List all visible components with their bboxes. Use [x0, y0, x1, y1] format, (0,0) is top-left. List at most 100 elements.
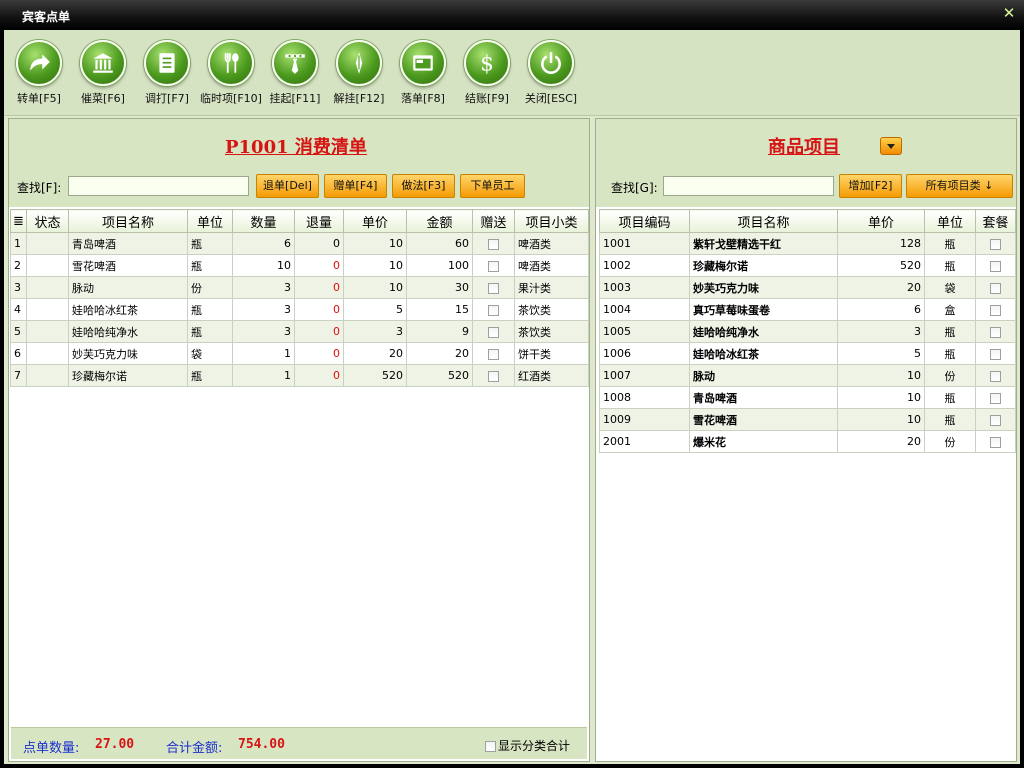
order-staff-button[interactable]: 下单员工: [460, 174, 525, 198]
gift-checkbox[interactable]: [488, 348, 499, 360]
suspend-button[interactable]: 挂起[F11]: [263, 40, 327, 106]
column-header-item-name[interactable]: 项目名称: [68, 209, 188, 233]
gift-checkbox[interactable]: [488, 326, 499, 338]
order-search-input[interactable]: [68, 176, 249, 196]
temporary-item-button[interactable]: 临时项[F10]: [199, 40, 263, 106]
combo-checkbox[interactable]: [990, 326, 1001, 338]
column-header-unit-price[interactable]: 单价: [837, 209, 925, 233]
show-category-total-toggle[interactable]: 显示分类合计: [485, 737, 570, 754]
toolbar-label: 调打[F7]: [145, 92, 189, 105]
row-index: 3: [10, 276, 27, 299]
close-button[interactable]: 关闭[ESC]: [519, 40, 583, 106]
column-header-status[interactable]: 状态: [26, 209, 69, 233]
row-amount: 60: [406, 232, 473, 255]
table-row[interactable]: 1002 珍藏梅尔诺 520 瓶: [599, 254, 1016, 277]
combo-checkbox[interactable]: [990, 370, 1001, 382]
table-row[interactable]: 1009 雪花啤酒 10 瓶: [599, 408, 1016, 431]
gift-checkbox[interactable]: [488, 260, 499, 272]
column-header-gift[interactable]: 赠送: [472, 209, 515, 233]
row-return-qty: 0: [294, 364, 344, 387]
gift-item-button[interactable]: 赠单[F4]: [324, 174, 387, 198]
row-combo-cell: [975, 320, 1016, 343]
combo-checkbox[interactable]: [990, 304, 1001, 316]
add-item-button[interactable]: 增加[F2]: [839, 174, 902, 198]
row-unit: 瓶: [187, 298, 233, 321]
column-header-unit-price[interactable]: 单价: [343, 209, 407, 233]
unsuspend-button[interactable]: 解挂[F12]: [327, 40, 391, 106]
item-category-dropdown[interactable]: 所有项目类 ↓: [906, 174, 1013, 198]
column-header-amount[interactable]: 金额: [406, 209, 473, 233]
combo-checkbox[interactable]: [990, 414, 1001, 426]
column-header-item-code[interactable]: 项目编码: [599, 209, 690, 233]
combo-checkbox[interactable]: [990, 392, 1001, 404]
row-item-name: 真巧草莓味蛋卷: [689, 298, 838, 321]
combo-checkbox[interactable]: [990, 238, 1001, 250]
tie-icon: [272, 40, 318, 86]
table-row[interactable]: 3 脉动 份 3 0 10 30 果汁类: [10, 276, 589, 299]
checkout-button[interactable]: $ 结账[F9]: [455, 40, 519, 106]
close-icon[interactable]: ✕: [1002, 5, 1016, 21]
toolbar: 转单[F5] 催菜[F6] 调打[F7] 临时项[F10] 挂起[F11] 解挂…: [4, 30, 1020, 116]
table-row[interactable]: 1007 脉动 10 份: [599, 364, 1016, 387]
chevron-down-icon[interactable]: [880, 137, 902, 155]
table-row[interactable]: 1004 真巧草莓味蛋卷 6 盒: [599, 298, 1016, 321]
row-unit-price: 20: [837, 430, 925, 453]
column-header-unit[interactable]: 单位: [187, 209, 233, 233]
title-bar: 宾客点单 ✕: [0, 0, 1024, 30]
row-unit-price: 520: [837, 254, 925, 277]
column-header-combo[interactable]: 套餐: [975, 209, 1016, 233]
row-unit-price: 20: [837, 276, 925, 299]
transfer-order-button[interactable]: 转单[F5]: [7, 40, 71, 106]
cooking-method-button[interactable]: 做法[F3]: [392, 174, 455, 198]
row-item-code: 1008: [599, 386, 690, 409]
gift-checkbox[interactable]: [488, 282, 499, 294]
product-search-label: 查找[G]:: [611, 181, 658, 195]
column-header-quantity[interactable]: 数量: [232, 209, 295, 233]
return-item-button[interactable]: 退单[Del]: [256, 174, 319, 198]
combo-checkbox[interactable]: [990, 348, 1001, 360]
column-header-item-name[interactable]: 项目名称: [689, 209, 838, 233]
table-row[interactable]: 1005 娃哈哈纯净水 3 瓶: [599, 320, 1016, 343]
place-order-button[interactable]: 落单[F8]: [391, 40, 455, 106]
row-status: [26, 232, 69, 255]
column-header-index[interactable]: ≣: [10, 209, 27, 233]
rush-dish-button[interactable]: 催菜[F6]: [71, 40, 135, 106]
table-row[interactable]: 2 雪花啤酒 瓶 10 0 10 100 啤酒类: [10, 254, 589, 277]
table-row[interactable]: 2001 爆米花 20 份: [599, 430, 1016, 453]
table-row[interactable]: 6 妙芙巧克力味 袋 1 0 20 20 饼干类: [10, 342, 589, 365]
combo-checkbox[interactable]: [990, 282, 1001, 294]
row-unit-price: 128: [837, 232, 925, 255]
fork-spoon-icon: [208, 40, 254, 86]
table-row[interactable]: 1003 妙芙巧克力味 20 袋: [599, 276, 1016, 299]
combo-checkbox[interactable]: [990, 436, 1001, 448]
row-unit: 份: [187, 276, 233, 299]
row-unit-price: 3: [343, 320, 407, 343]
table-row[interactable]: 1006 娃哈哈冰红茶 5 瓶: [599, 342, 1016, 365]
toolbar-label: 临时项[F10]: [200, 92, 262, 105]
gift-checkbox[interactable]: [488, 370, 499, 382]
order-count-value: 27.00: [95, 737, 135, 752]
show-category-total-checkbox[interactable]: [485, 741, 496, 752]
reprint-button[interactable]: 调打[F7]: [135, 40, 199, 106]
row-unit: 瓶: [924, 408, 976, 431]
column-header-return-qty[interactable]: 退量: [294, 209, 344, 233]
row-subcategory: 茶饮类: [514, 320, 589, 343]
table-row[interactable]: 5 娃哈哈纯净水 瓶 3 0 3 9 茶饮类: [10, 320, 589, 343]
table-row[interactable]: 1008 青岛啤酒 10 瓶: [599, 386, 1016, 409]
gift-checkbox[interactable]: [488, 304, 499, 316]
summary-footer: 点单数量: 27.00 合计金额: 754.00 显示分类合计: [11, 727, 587, 759]
row-unit: 瓶: [187, 364, 233, 387]
column-header-unit[interactable]: 单位: [924, 209, 976, 233]
table-row[interactable]: 4 娃哈哈冰红茶 瓶 3 0 5 15 茶饮类: [10, 298, 589, 321]
row-unit-price: 10: [343, 232, 407, 255]
gift-checkbox[interactable]: [488, 238, 499, 250]
product-search-input[interactable]: [663, 176, 834, 196]
row-subcategory: 啤酒类: [514, 254, 589, 277]
table-row[interactable]: 7 珍藏梅尔诺 瓶 1 0 520 520 红酒类: [10, 364, 589, 387]
table-row[interactable]: 1001 紫轩戈壁精选干红 128 瓶: [599, 232, 1016, 255]
row-amount: 15: [406, 298, 473, 321]
combo-checkbox[interactable]: [990, 260, 1001, 272]
column-header-subcategory[interactable]: 项目小类: [514, 209, 589, 233]
row-item-name: 娃哈哈纯净水: [689, 320, 838, 343]
table-row[interactable]: 1 青岛啤酒 瓶 6 0 10 60 啤酒类: [10, 232, 589, 255]
